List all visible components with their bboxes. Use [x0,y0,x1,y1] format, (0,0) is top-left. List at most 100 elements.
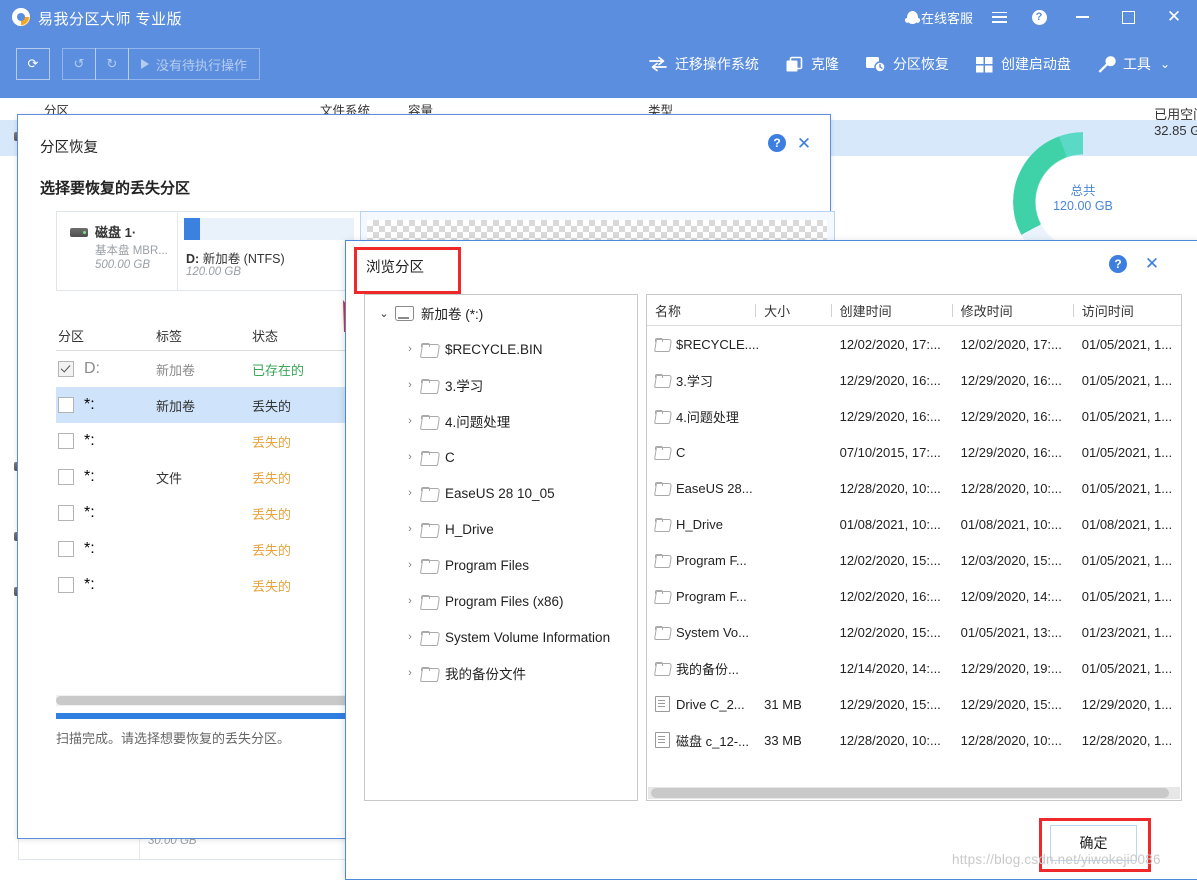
file-list-hscrollbar[interactable] [648,787,1180,799]
list-item[interactable]: Drive C_2...31 MB12/29/2020, 15:...12/29… [647,686,1181,722]
row-checkbox[interactable] [58,397,74,413]
row-checkbox[interactable] [58,541,74,557]
scan-status-text: 扫描完成。请选择想要恢复的丢失分区。 [56,728,290,747]
chevron-right-icon[interactable]: › [399,451,421,463]
list-item[interactable]: Program F...12/02/2020, 16:...12/09/2020… [647,578,1181,614]
file-name: Drive C_2... [676,697,745,712]
tool-migrate-os[interactable]: 迁移操作系统 [635,48,772,80]
chevron-right-icon[interactable]: › [399,559,421,571]
help-button[interactable]: ? [1019,0,1059,34]
online-service-button[interactable]: 在线客服 [901,0,979,34]
browse-dialog-title: 浏览分区 [356,250,434,283]
table-row[interactable]: *:丢失的 [56,531,366,567]
chevron-down-icon[interactable]: ⌄ [373,307,395,320]
tree-item[interactable]: ›EaseUS 28 10_05 [365,475,637,511]
file-modified: 12/28/2020, 10:... [961,481,1082,496]
row-checkbox[interactable] [58,505,74,521]
list-item[interactable]: EaseUS 28...12/28/2020, 10:...12/28/2020… [647,470,1181,506]
row-checkbox[interactable] [58,469,74,485]
help-icon[interactable]: ? [1109,255,1127,273]
tree-item[interactable]: ›Program Files [365,547,637,583]
tool-create-boot-disk[interactable]: 创建启动盘 [962,48,1084,80]
close-icon[interactable]: ✕ [1139,252,1165,276]
tree-item[interactable]: ›System Volume Information [365,619,637,655]
tree-item[interactable]: ›$RECYCLE.BIN [365,331,637,367]
gauge-used-value: 32.85 GB [1154,123,1197,138]
close-button[interactable]: ✕ [1151,0,1197,34]
chevron-right-icon[interactable]: › [399,487,421,499]
tree-item-label: Program Files (x86) [445,594,564,609]
list-item[interactable]: H_Drive01/08/2021, 10:...01/08/2021, 10:… [647,506,1181,542]
recovery-table-hscrollbar[interactable] [56,695,366,706]
file-modified: 12/03/2020, 15:... [961,553,1082,568]
chevron-right-icon[interactable]: › [399,343,421,355]
file-list-body: $RECYCLE....12/02/2020, 17:...12/02/2020… [647,326,1181,758]
list-item[interactable]: 我的备份...12/14/2020, 14:...12/29/2020, 19:… [647,650,1181,686]
apply-pending-button[interactable]: 没有待执行操作 [128,48,260,80]
close-icon[interactable]: ✕ [790,132,818,156]
undo-button[interactable]: ↺ [62,48,96,80]
table-row[interactable]: D:新加卷已存在的 [56,351,366,387]
folder-tree-pane[interactable]: ⌄新加卷 (*:)›$RECYCLE.BIN›3.学习›4.问题处理›C›Eas… [364,294,638,801]
table-row[interactable]: *:文件丢失的 [56,459,366,495]
table-row[interactable]: *:丢失的 [56,495,366,531]
list-item[interactable]: 4.问题处理12/29/2020, 16:...12/29/2020, 16:.… [647,398,1181,434]
tool-clone[interactable]: 克隆 [772,48,852,80]
refresh-button[interactable]: ⟳ [16,48,50,80]
chevron-right-icon[interactable]: › [399,667,421,679]
row-partition: D: [84,360,100,378]
row-checkbox[interactable] [58,433,74,449]
list-item[interactable]: Program F...12/02/2020, 15:...12/03/2020… [647,542,1181,578]
chevron-right-icon[interactable]: › [399,631,421,643]
scroll-thumb[interactable] [56,696,352,705]
table-row[interactable]: *:丢失的 [56,423,366,459]
list-item[interactable]: 磁盘 c_12-...33 MB12/28/2020, 10:...12/28/… [647,722,1181,758]
folder-icon [421,487,438,500]
list-item[interactable]: $RECYCLE....12/02/2020, 17:...12/02/2020… [647,326,1181,362]
menu-button[interactable] [979,0,1019,34]
help-icon[interactable]: ? [768,134,786,152]
tree-item[interactable]: › Program Files (x86) [365,583,637,619]
file-accessed: 01/23/2021, 1... [1082,625,1181,640]
tool-tools-menu[interactable]: 工具 ⌄ [1084,48,1183,80]
redo-button[interactable]: ↻ [95,48,129,80]
redo-icon: ↻ [107,56,118,72]
list-item[interactable]: 3.学习12/29/2020, 16:...12/29/2020, 16:...… [647,362,1181,398]
tree-item-label: 新加卷 (*:) [421,303,483,323]
row-checkbox[interactable] [58,577,74,593]
scroll-thumb[interactable] [651,788,1169,798]
file-modified: 12/28/2020, 10:... [961,733,1082,748]
minimize-button[interactable] [1059,0,1105,34]
tree-item-root[interactable]: ⌄ 新加卷 (*:) [365,295,637,331]
chevron-right-icon[interactable]: › [399,523,421,535]
file-list-pane[interactable]: 名称 大小 创建时间 修改时间 访问时间 $RECYCLE....12/02/2… [646,294,1182,801]
tree-item[interactable]: ›3.学习 [365,367,637,403]
tree-item[interactable]: ›4.问题处理 [365,403,637,439]
recovery-partition-table: 分区 标签 状态 D:新加卷已存在的*:新加卷丢失的*:丢失的*:文件丢失的*:… [56,320,366,603]
tree-item[interactable]: ›我的备份文件 [365,655,637,691]
list-item[interactable]: System Vo...12/02/2020, 15:...01/05/2021… [647,614,1181,650]
chevron-down-icon: ⌄ [1160,57,1170,71]
chevron-right-icon[interactable]: › [399,415,421,427]
folder-icon [421,667,438,680]
row-partition: *: [84,468,95,486]
row-checkbox[interactable] [58,361,74,377]
wrench-icon [1097,55,1116,73]
list-item[interactable]: C07/10/2015, 17:...12/29/2020, 16:...01/… [647,434,1181,470]
file-name: EaseUS 28... [676,481,753,496]
recovery-partition-d-bar [184,218,354,240]
row-partition: *: [84,396,95,414]
maximize-button[interactable] [1105,0,1151,34]
chevron-right-icon[interactable]: › [399,379,421,391]
table-row[interactable]: *:丢失的 [56,567,366,603]
table-row[interactable]: *:新加卷丢失的 [56,387,366,423]
chevron-right-icon[interactable]: › [399,595,421,607]
browse-partition-dialog: 浏览分区 ? ✕ ⌄新加卷 (*:)›$RECYCLE.BIN›3.学习›4.问… [345,240,1197,880]
tree-item[interactable]: ›H_Drive [365,511,637,547]
recovery-partition-d[interactable]: D: 新加卷 (NTFS) 120.00 GB [178,212,360,290]
tool-partition-recovery[interactable]: 分区恢复 [852,48,962,80]
tree-item-label: C [445,450,455,465]
clone-icon [785,56,804,73]
folder-icon [421,343,438,356]
tree-item[interactable]: ›C [365,439,637,475]
